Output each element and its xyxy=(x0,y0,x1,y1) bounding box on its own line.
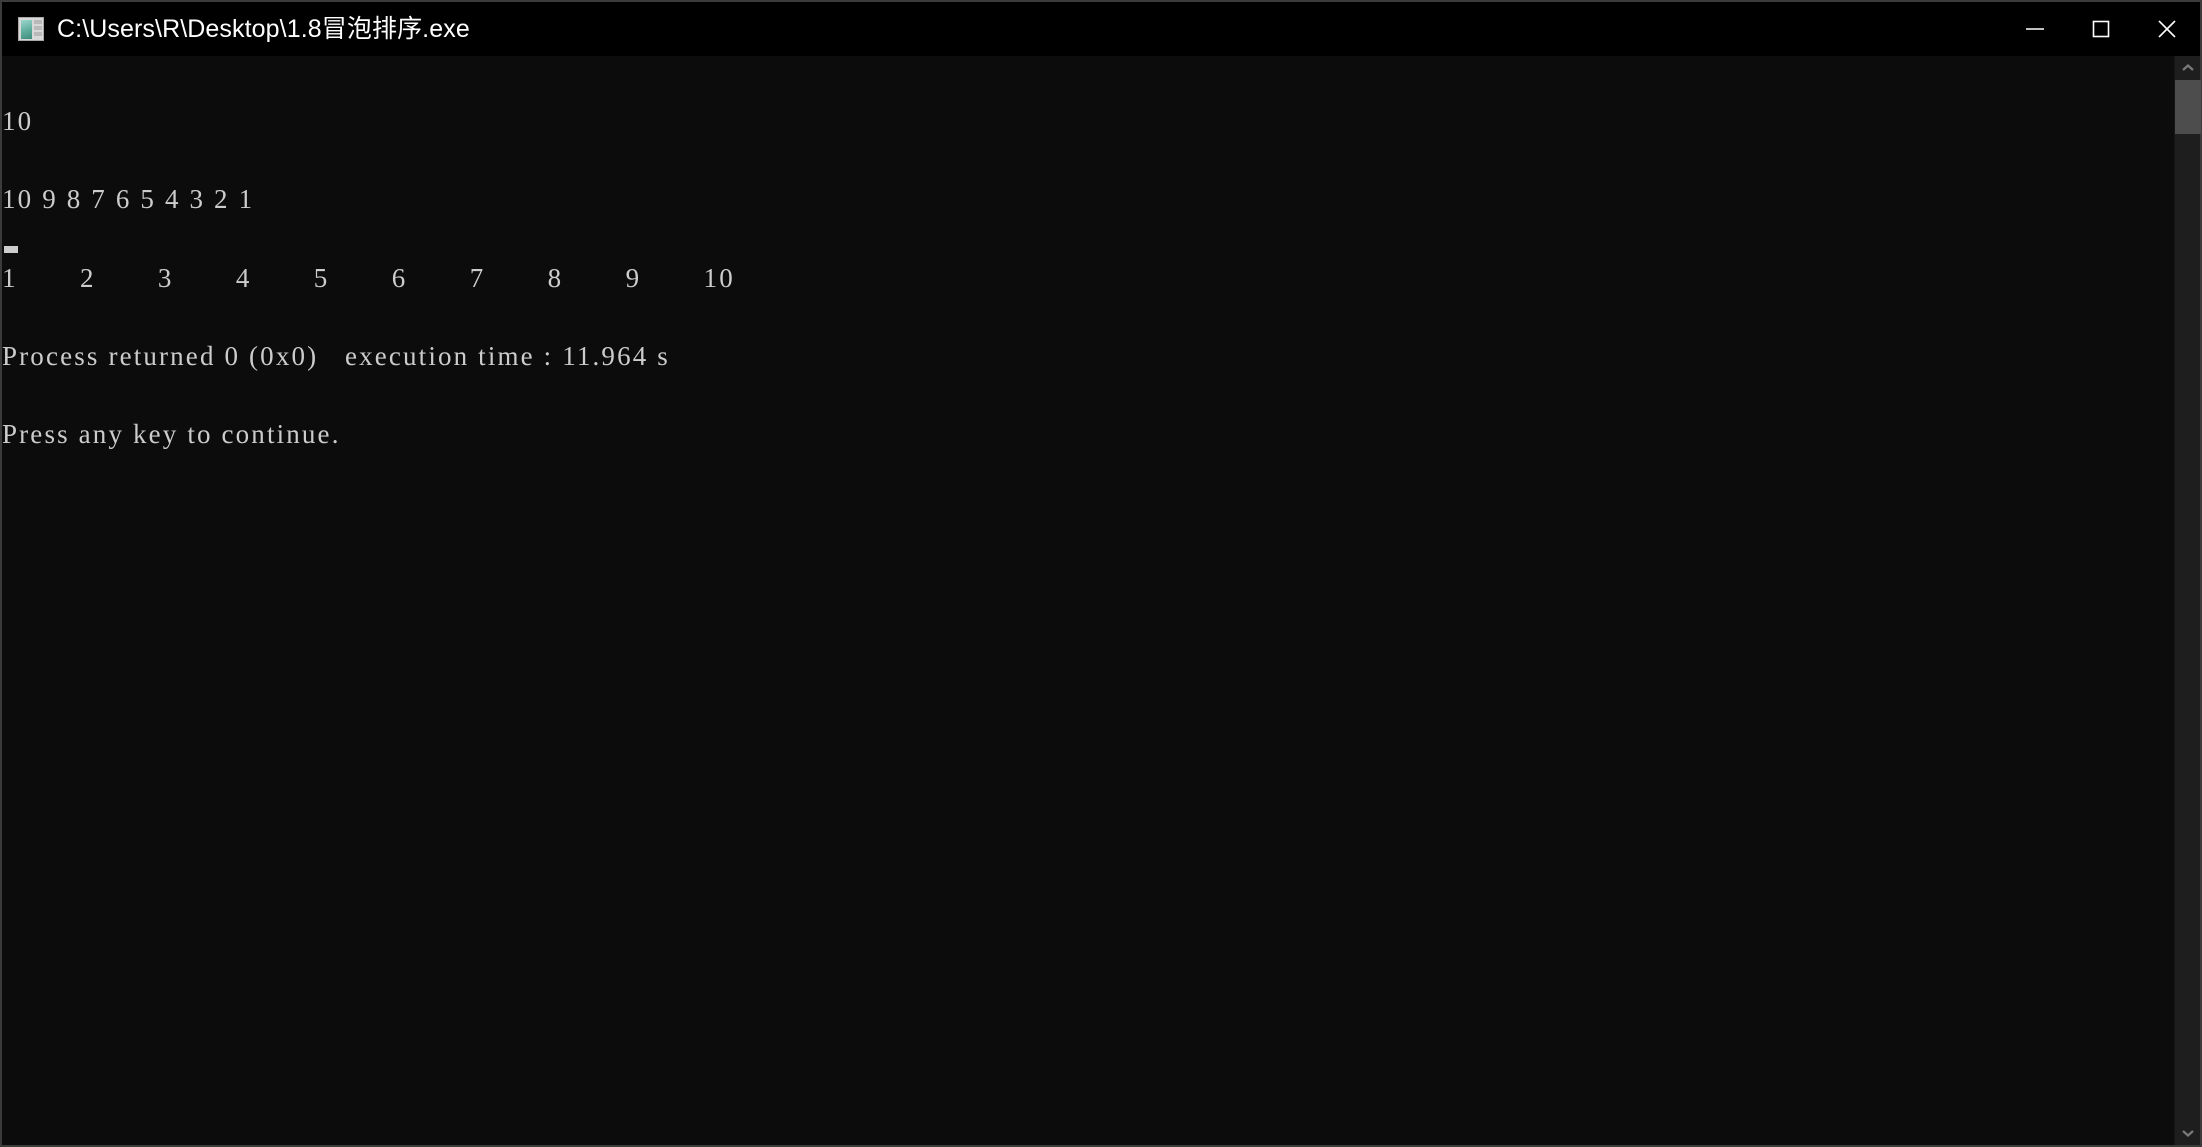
console-line: 10 9 8 7 6 5 4 3 2 1 xyxy=(2,184,255,215)
window-title: C:\Users\R\Desktop\1.8冒泡排序.exe xyxy=(57,15,470,43)
minimize-button[interactable] xyxy=(2002,2,2068,56)
console-app-icon xyxy=(18,17,44,41)
vertical-scrollbar[interactable] xyxy=(2174,56,2201,1145)
console-line: Process returned 0 (0x0) execution time … xyxy=(2,341,670,372)
scrollbar-thumb[interactable] xyxy=(2174,80,2201,134)
console-window: C:\Users\R\Desktop\1.8冒泡排序.exe 10 10 9 8… xyxy=(0,0,2202,1147)
scrollbar-track[interactable] xyxy=(2174,80,2201,1121)
maximize-button[interactable] xyxy=(2068,2,2134,56)
scrollbar-up-arrow[interactable] xyxy=(2175,56,2201,80)
console-output[interactable]: 10 10 9 8 7 6 5 4 3 2 1 1 2 3 4 5 6 7 8 … xyxy=(2,56,2174,1145)
block-cursor xyxy=(4,246,18,253)
title-bar-left: C:\Users\R\Desktop\1.8冒泡排序.exe xyxy=(2,15,2002,43)
scrollbar-down-arrow[interactable] xyxy=(2175,1121,2201,1145)
app-icon-pane-left xyxy=(21,20,32,39)
console-line: 1 2 3 4 5 6 7 8 9 10 xyxy=(2,262,735,293)
app-icon-pane-right xyxy=(34,20,42,24)
close-button[interactable] xyxy=(2134,2,2200,56)
console-body[interactable]: 10 10 9 8 7 6 5 4 3 2 1 1 2 3 4 5 6 7 8 … xyxy=(2,56,2201,1145)
console-line: Press any key to continue. xyxy=(2,419,341,450)
console-line: 10 xyxy=(2,106,34,137)
title-bar[interactable]: C:\Users\R\Desktop\1.8冒泡排序.exe xyxy=(2,2,2200,56)
window-controls xyxy=(2002,2,2200,56)
